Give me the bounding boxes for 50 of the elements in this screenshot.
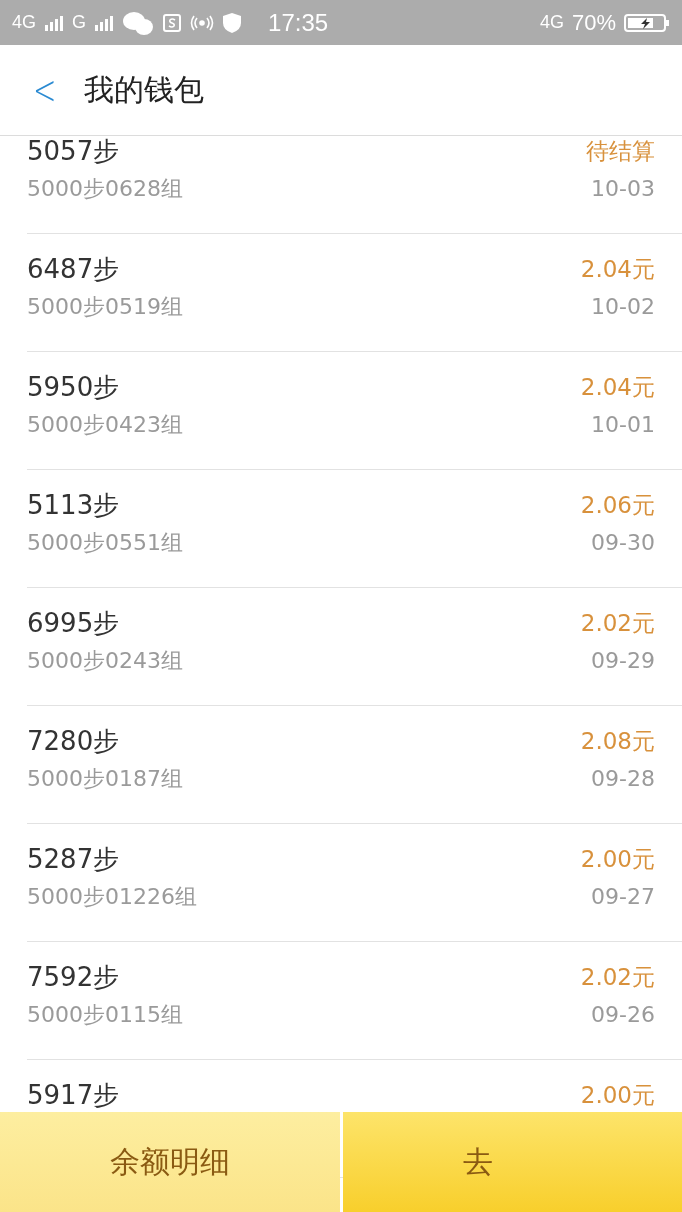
s-square-icon <box>162 12 183 33</box>
group-name: 5000步0115组 <box>27 1001 183 1029</box>
reward-amount: 2.00元 <box>580 1081 655 1110</box>
reward-amount: 2.06元 <box>580 491 655 520</box>
status-time: 17:35 <box>268 8 329 37</box>
step-count: 5917步 <box>27 1079 120 1112</box>
signal-icon <box>94 13 115 32</box>
bottom-button[interactable]: 余额明细 <box>0 1112 340 1212</box>
reward-amount: 2.08元 <box>580 727 655 756</box>
record-date: 09-30 <box>591 529 655 557</box>
network-label: G <box>72 12 87 33</box>
step-count: 5057步 <box>27 136 121 168</box>
hotspot-icon <box>190 13 215 32</box>
group-name: 5000步01226组 <box>27 883 197 911</box>
battery-icon <box>624 12 670 33</box>
reward-amount: 2.02元 <box>580 609 655 638</box>
group-name: 5000步0187组 <box>27 765 183 793</box>
reward-amount: 2.04元 <box>580 255 655 284</box>
group-name: 5000步0423组 <box>27 411 183 439</box>
step-count: 6487步 <box>27 253 121 286</box>
bottom-button[interactable]: 去 <box>343 1112 682 1212</box>
record-date: 10-01 <box>591 411 655 439</box>
group-name: 5000步0519组 <box>27 293 183 321</box>
step-count: 5287步 <box>27 843 121 876</box>
record-date: 10-03 <box>591 175 655 203</box>
network-label: 4G <box>539 12 564 33</box>
record-date: 10-02 <box>591 293 655 321</box>
reward-amount: 2.02元 <box>580 963 655 992</box>
network-label: 4G <box>12 12 36 33</box>
reward-amount: 2.04元 <box>580 373 655 402</box>
reward-amount: 待结算 <box>586 137 655 166</box>
step-count: 5113步 <box>27 489 121 522</box>
group-name: 5000步0628组 <box>27 175 183 203</box>
group-name: 5000步0551组 <box>27 529 183 557</box>
record-date: 09-28 <box>591 765 655 793</box>
page-title: 我的钱包 <box>83 70 204 109</box>
record-date: 09-29 <box>591 647 655 675</box>
group-name: 5000步0243组 <box>27 647 183 675</box>
record-date: 09-27 <box>591 883 655 911</box>
step-count: 7592步 <box>27 961 121 994</box>
step-count: 7280步 <box>27 725 121 758</box>
back-button[interactable]: < <box>33 67 57 113</box>
battery-percent: 70% <box>571 9 616 36</box>
shield-icon <box>222 11 243 34</box>
step-count: 6995步 <box>27 607 121 640</box>
step-count: 5950步 <box>27 371 121 404</box>
chat-bubbles-icon <box>122 9 155 36</box>
signal-icon <box>44 13 64 32</box>
reward-amount: 2.00元 <box>580 845 655 874</box>
record-date: 09-26 <box>591 1001 655 1029</box>
